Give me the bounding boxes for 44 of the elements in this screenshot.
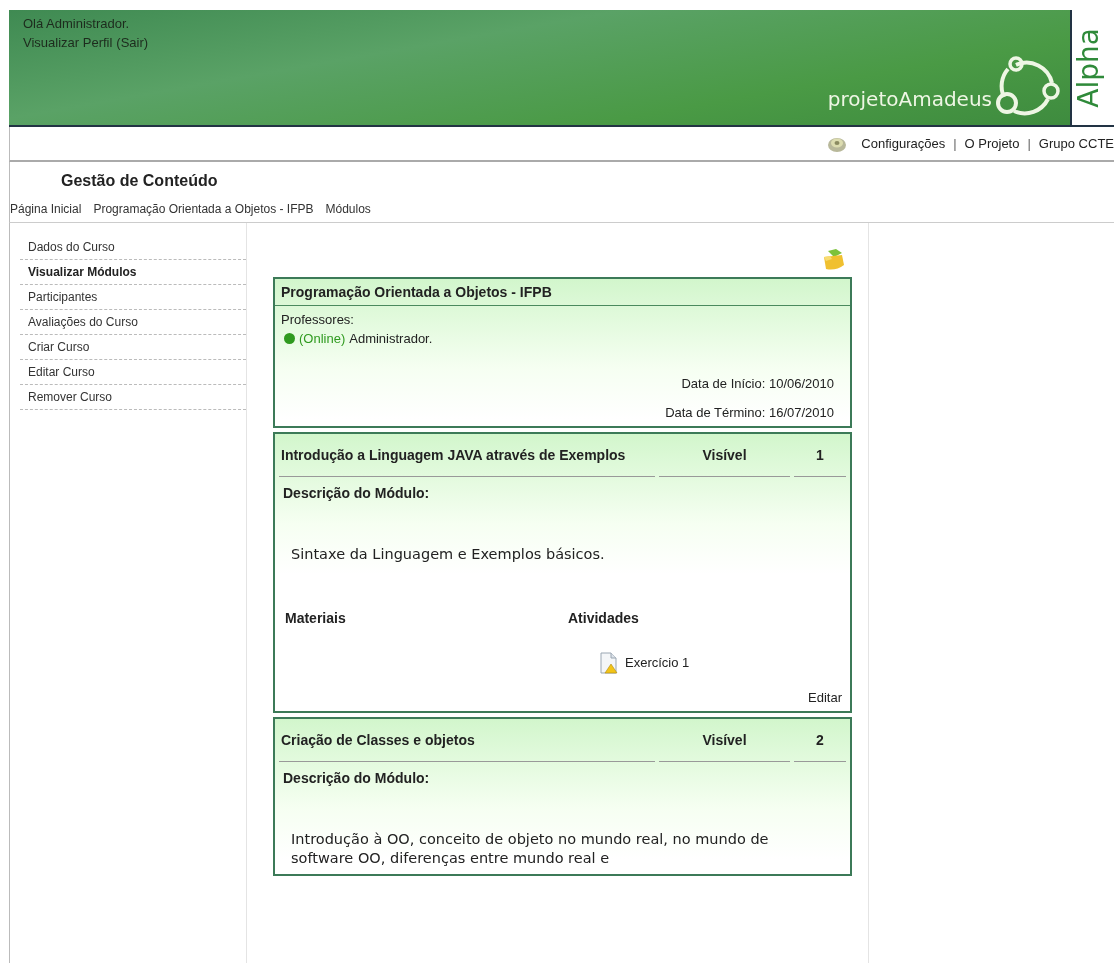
breadcrumb-link[interactable]: Módulos [325,202,371,216]
sidebar-item[interactable]: Editar Curso [20,360,246,385]
module-number: 2 [794,722,846,762]
page-title: Gestão de Conteúdo [60,171,219,191]
module-title: Criação de Classes e objetos [279,722,655,762]
header-link[interactable]: Configurações [861,136,946,151]
sidebar-item[interactable]: Dados do Curso [20,235,246,260]
visibility-label: Visível [659,722,790,762]
course-title: Programação Orientada a Objetos - IFPB [281,284,552,300]
professor-name: Administrador. [349,331,433,346]
breadcrumb-link[interactable]: Programação Orientada a Objetos - IFPB [93,202,314,216]
logo-text: projetoAmadeus [827,87,992,113]
start-date: Data de Início: 10/06/2010 [680,376,835,391]
module-number: 1 [794,438,846,477]
edit-link[interactable]: Editar [808,689,842,705]
activity-link[interactable]: Exercício 1 [625,655,690,671]
folder-icon[interactable] [822,249,846,271]
document-warning-icon [599,651,619,674]
activities-label: Atividades [568,609,639,626]
description-label: Descrição do Módulo: [283,769,431,786]
sidebar-item[interactable]: Remover Curso [20,385,246,410]
materials-label: Materiais [284,609,347,626]
module-title: Introdução a Linguagem JAVA através de Exemplos [279,438,655,477]
description-label: Descrição do Módulo: [283,485,431,501]
header-link[interactable]: Grupo CCTE [1038,136,1114,151]
rings-logo-icon [994,55,1060,117]
sidebar-item[interactable]: Participantes [20,285,246,310]
sidebar-item[interactable]: Criar Curso [20,335,246,360]
sidebar-item[interactable]: Avaliações do Curso [20,310,246,335]
logout-link[interactable]: (Sair) [116,35,149,50]
header-link[interactable]: O Projeto [964,136,1020,151]
alpha-label: Alpha [1072,27,1106,108]
profile-link[interactable]: Visualizar Perfil [23,35,113,50]
module-description: Sintaxe da Linguagem e Exemplos básicos. [291,545,606,564]
status-text: (Online) [299,331,346,346]
separator-text: | [1027,136,1031,151]
greeting-text: Olá Administrador. [23,16,131,31]
sidebar-item[interactable]: Visualizar Módulos [20,260,246,285]
professors-label: Professores: [281,312,355,327]
end-date: Data de Término: 16/07/2010 [664,405,835,420]
module-description: Introdução à OO, conceito de objeto no mundo real, no mundo de software OO, diferenças entre mundo real e [291,829,770,868]
breadcrumb-link[interactable]: Página Inicial [10,202,82,216]
separator-text: | [953,136,957,151]
visibility-label: Visível [659,438,790,477]
